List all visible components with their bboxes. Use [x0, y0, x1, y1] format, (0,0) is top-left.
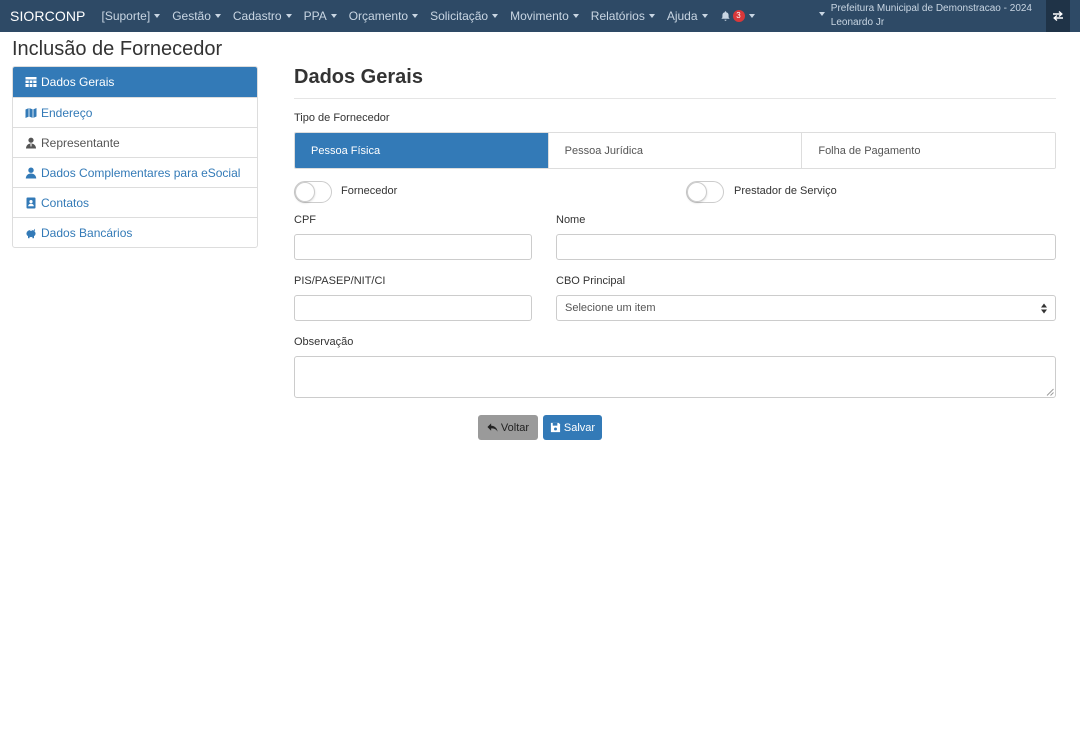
- page-title: Inclusão de Fornecedor: [12, 38, 223, 60]
- table-icon: [25, 77, 37, 87]
- menu-suporte[interactable]: [Suporte]: [101, 9, 161, 23]
- menu-gestao[interactable]: Gestão: [172, 9, 221, 23]
- menu-movimento[interactable]: Movimento: [510, 9, 579, 23]
- user-name: Leonardo Jr: [830, 17, 885, 28]
- section-divider: [294, 98, 1056, 99]
- caret-down-icon: [330, 14, 337, 18]
- floppy-disk-icon: [550, 422, 560, 433]
- notifications-menu[interactable]: 3: [720, 10, 755, 22]
- resize-grip-icon[interactable]: [1045, 387, 1054, 396]
- caret-down-icon: [214, 14, 221, 18]
- cbo-select[interactable]: Selecione um item: [556, 295, 1056, 321]
- menu-ppa[interactable]: PPA: [304, 9, 337, 23]
- menu-solicitacao[interactable]: Solicitação: [430, 9, 499, 23]
- brand-logo[interactable]: SIORCONP: [10, 8, 85, 24]
- prestador-servico-toggle[interactable]: [686, 181, 724, 203]
- swap-arrows-icon: [1053, 10, 1063, 22]
- swap-button[interactable]: [1046, 0, 1070, 32]
- menu-ajuda[interactable]: Ajuda: [667, 9, 708, 23]
- sort-arrows-icon: [1041, 303, 1047, 314]
- caret-down-icon: [748, 14, 755, 18]
- caret-down-icon: [648, 14, 655, 18]
- menu-relatorios[interactable]: Relatórios: [591, 9, 655, 23]
- caret-down-icon: [701, 14, 708, 18]
- caret-down-icon: [572, 14, 579, 18]
- observacao-textarea[interactable]: [294, 356, 1056, 398]
- caret-down-icon: [285, 14, 292, 18]
- nome-input[interactable]: [556, 234, 1056, 260]
- tipo-fornecedor-label: Tipo de Fornecedor: [294, 112, 390, 124]
- address-book-icon: [26, 197, 36, 208]
- menu-orcamento[interactable]: Orçamento: [349, 9, 419, 23]
- piggy-bank-icon: [26, 228, 36, 238]
- map-icon: [25, 107, 37, 118]
- cpf-label: CPF: [294, 214, 316, 226]
- toggle-knob: [687, 182, 707, 202]
- pis-input[interactable]: [294, 295, 532, 321]
- sidebar-item-dados-bancarios[interactable]: Dados Bancários: [13, 217, 257, 247]
- sidebar-item-contatos[interactable]: Contatos: [13, 187, 257, 217]
- tab-pessoa-juridica[interactable]: Pessoa Jurídica: [547, 133, 802, 168]
- sidebar-item-esocial[interactable]: Dados Complementares para eSocial: [13, 157, 257, 187]
- caret-down-icon: [154, 14, 161, 18]
- caret-down-icon: [818, 12, 825, 16]
- caret-down-icon: [492, 14, 499, 18]
- pis-label: PIS/PASEP/NIT/CI: [294, 275, 386, 287]
- cbo-selected-value: Selecione um item: [565, 302, 656, 314]
- back-button[interactable]: Voltar: [478, 415, 538, 440]
- user-icon: [25, 167, 37, 178]
- sidebar-item-dados-gerais[interactable]: Dados Gerais: [13, 67, 257, 97]
- user-tie-icon: [26, 137, 36, 148]
- tab-pessoa-fisica[interactable]: Pessoa Física: [295, 133, 548, 168]
- fornecedor-label: Fornecedor: [341, 185, 398, 197]
- menu-cadastro[interactable]: Cadastro: [233, 9, 292, 23]
- top-navbar: SIORCONP [Suporte] Gestão Cadastro PPA O…: [0, 0, 1080, 32]
- observacao-label: Observação: [294, 336, 354, 348]
- cbo-label: CBO Principal: [556, 275, 626, 287]
- sidebar-nav: Dados Gerais Endereço Representante Dado…: [12, 66, 258, 248]
- bell-icon: [720, 11, 730, 21]
- section-title: Dados Gerais: [294, 66, 423, 88]
- tab-folha-pagamento[interactable]: Folha de Pagamento: [801, 133, 1055, 168]
- sidebar-item-endereco[interactable]: Endereço: [13, 97, 257, 127]
- nome-label: Nome: [556, 214, 586, 226]
- tipo-fornecedor-selector: Pessoa Física Pessoa Jurídica Folha de P…: [294, 132, 1056, 169]
- user-menu[interactable]: Prefeitura Municipal de Demonstracao - 2…: [815, 2, 1032, 30]
- save-button[interactable]: Salvar: [543, 415, 602, 440]
- sidebar-item-representante[interactable]: Representante: [13, 127, 257, 157]
- entity-name: Prefeitura Municipal de Demonstracao - 2…: [830, 3, 1032, 14]
- toggle-knob: [295, 182, 315, 202]
- notification-count-badge: 3: [732, 10, 745, 22]
- caret-down-icon: [412, 14, 419, 18]
- cpf-input[interactable]: [294, 234, 532, 260]
- prestador-servico-label: Prestador de Serviço: [734, 185, 837, 197]
- reply-arrow-icon: [487, 423, 498, 432]
- fornecedor-toggle[interactable]: [294, 181, 332, 203]
